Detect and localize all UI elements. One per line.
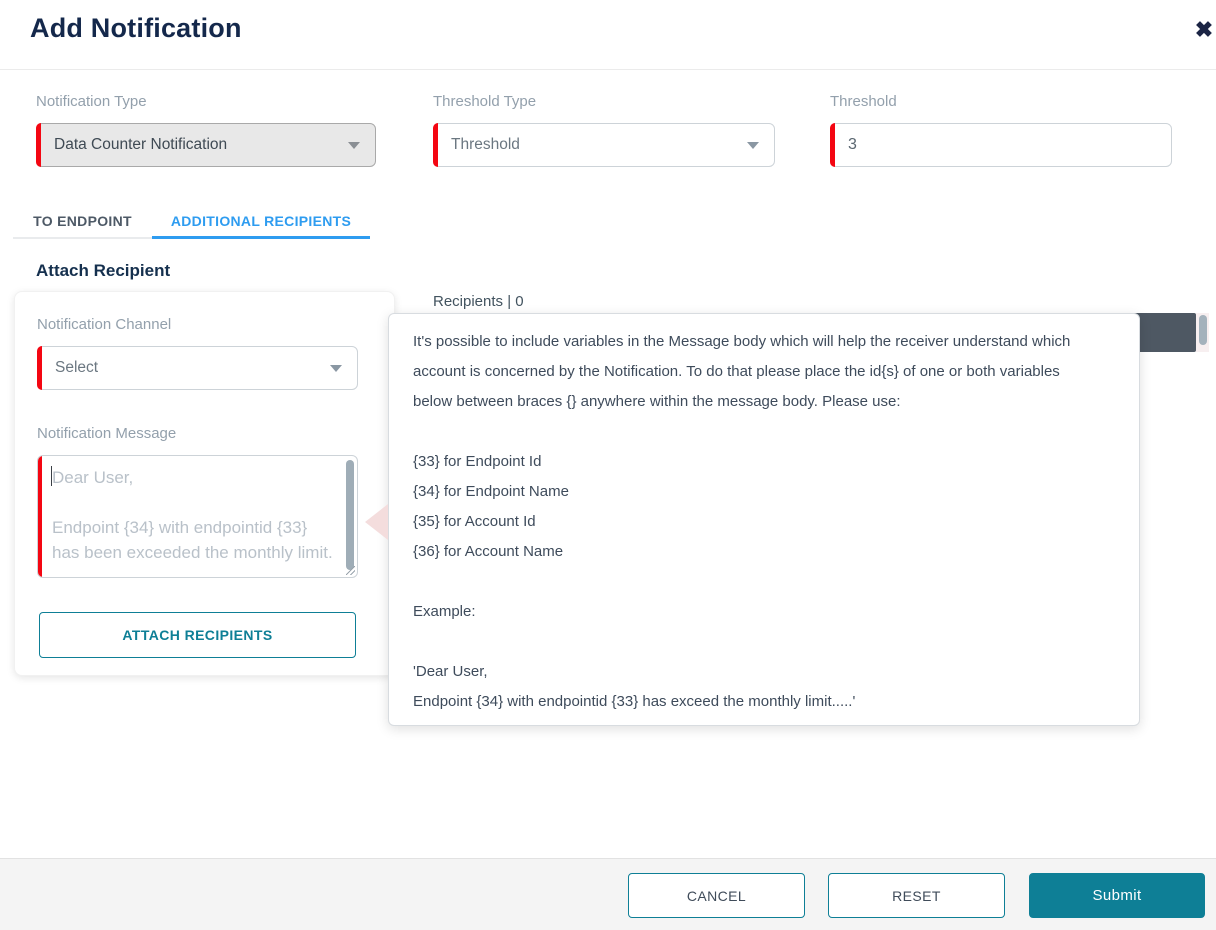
required-marker [830, 123, 835, 167]
required-marker [37, 455, 42, 578]
notification-message-label: Notification Message [37, 425, 176, 442]
close-icon[interactable]: ✖ [1190, 16, 1216, 44]
threshold-type-value: Threshold [451, 136, 520, 154]
tooltip-line [413, 627, 1127, 657]
header-divider [0, 69, 1216, 70]
tab-to-endpoint[interactable]: TO ENDPOINT [13, 205, 152, 239]
tooltip-line: {36} for Account Name [413, 537, 1127, 567]
tooltip-line: {33} for Endpoint Id [413, 447, 1127, 477]
tooltip-line: 'Dear User, [413, 657, 1127, 687]
tooltip-line: below between braces {} anywhere within … [413, 387, 1127, 417]
required-marker [36, 123, 41, 167]
notification-type-select[interactable]: Data Counter Notification [36, 123, 376, 167]
tooltip-line [413, 417, 1127, 447]
tab-label: TO ENDPOINT [33, 213, 132, 229]
tooltip-line: account is concerned by the Notification… [413, 357, 1127, 387]
threshold-type-label: Threshold Type [433, 93, 536, 110]
required-marker [37, 346, 42, 390]
notification-type-value: Data Counter Notification [54, 136, 227, 154]
required-marker [433, 123, 438, 167]
tooltip-line: Endpoint {34} with endpointid {33} has e… [413, 687, 1127, 717]
text-cursor [51, 466, 52, 486]
chevron-down-icon [747, 142, 759, 149]
notification-channel-label: Notification Channel [37, 316, 171, 333]
submit-button[interactable]: Submit [1029, 873, 1205, 918]
tooltip-line [413, 567, 1127, 597]
page-title: Add Notification [30, 13, 242, 44]
reset-button[interactable]: RESET [828, 873, 1005, 918]
attach-recipient-card: Notification Channel Select Notification… [14, 291, 395, 676]
notification-message-textarea[interactable] [38, 456, 357, 577]
threshold-label: Threshold [830, 93, 897, 110]
textarea-scrollbar[interactable] [346, 460, 354, 570]
attach-recipient-heading: Attach Recipient [36, 261, 170, 281]
threshold-type-select[interactable]: Threshold [433, 123, 775, 167]
notification-channel-value: Select [55, 359, 98, 377]
recipients-scrollbar-thumb[interactable] [1199, 315, 1207, 345]
tooltip-line: Example: [413, 597, 1127, 627]
attach-recipients-button[interactable]: ATTACH RECIPIENTS [39, 612, 356, 658]
cancel-button[interactable]: CANCEL [628, 873, 805, 918]
notification-type-label: Notification Type [36, 93, 147, 110]
chevron-down-icon [348, 142, 360, 149]
chevron-down-icon [330, 365, 342, 372]
recipients-count-label: Recipients | 0 [433, 293, 524, 310]
tab-label: ADDITIONAL RECIPIENTS [171, 213, 351, 229]
threshold-input[interactable] [830, 123, 1172, 167]
tooltip-line: {35} for Account Id [413, 507, 1127, 537]
notification-channel-select[interactable]: Select [37, 346, 358, 390]
add-notification-dialog: Add Notification ✖ Notification Type Dat… [0, 0, 1216, 930]
message-variables-tooltip: It's possible to include variables in th… [388, 313, 1140, 726]
dialog-footer: CANCEL RESET Submit [0, 858, 1216, 930]
notification-message-box [37, 455, 358, 578]
tooltip-line: It's possible to include variables in th… [413, 327, 1127, 357]
tab-additional-recipients[interactable]: ADDITIONAL RECIPIENTS [152, 205, 370, 239]
tooltip-line: {34} for Endpoint Name [413, 477, 1127, 507]
resize-handle-icon[interactable] [346, 566, 355, 575]
tooltip-arrow [365, 504, 388, 540]
